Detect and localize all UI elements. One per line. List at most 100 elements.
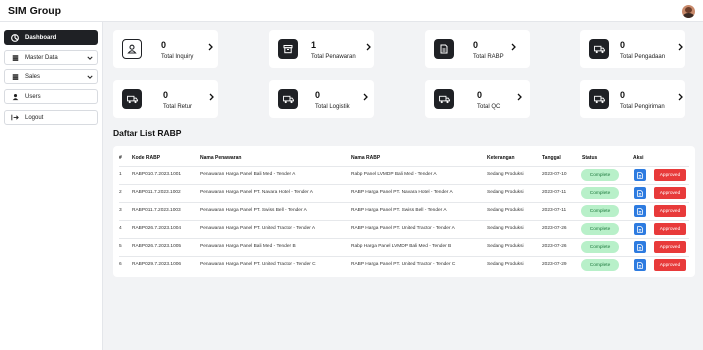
approved-button[interactable]: Approved [654,223,686,235]
table-row: 2 RABP011.7.2023.1002 Penawaran Harga Pa… [113,184,695,202]
cell-no: 3 [119,208,122,213]
section-title: Daftar List RABP [113,128,182,138]
cell-kode: RABP011.7.2023.1002 [132,190,181,195]
cell-tanggal: 2023-07-11 [542,208,567,213]
document-icon[interactable] [634,259,646,271]
cell-kode: RABP029.7.2023.1006 [132,262,182,267]
stat-label: Total RABP [473,54,504,60]
app-title: SIM Group [8,5,62,17]
sidebar-item-label: Master Data [25,54,58,61]
cell-rabp: RABP Harga Panel PT. United Tractor - Te… [351,226,455,231]
truck-icon [589,89,609,109]
table-header: Nama Penawaran [200,155,242,161]
approved-button[interactable]: Approved [654,205,686,217]
table-header: Aksi [633,155,644,161]
document-icon [434,39,454,59]
cell-no: 1 [119,172,122,177]
stat-label: Total Inquiry [161,54,194,60]
cell-keterangan: Sedang Produksi [487,208,524,213]
stat-card-logistik[interactable]: 0 Total Logistik [269,80,374,118]
stat-card-pengadaan[interactable]: 0 Total Pengadaan [580,30,685,68]
cell-rabp: Rabp Panel LVMDP Bali Med - Tender A [351,172,437,177]
stat-label: Total Penawaran [311,54,356,60]
status-badge: Complete [581,223,619,235]
sidebar-item-sales[interactable]: Sales [4,69,98,84]
sidebar-item-label: Users [25,93,41,100]
cell-keterangan: Sedang Produksi [487,190,524,195]
cell-rabp: RABP Harga Panel PT. Navara Hotel - Tend… [351,190,453,195]
cell-penawaran: Penawaran Harga Panel PT. Swiss Bell - T… [200,208,307,213]
chevron-right-icon [678,43,683,53]
document-icon[interactable] [634,205,646,217]
stat-value: 0 [163,90,169,100]
dashboard-icon [5,33,25,42]
cell-keterangan: Sedang Produksi [487,262,524,267]
status-badge: Complete [581,187,619,199]
stat-card-inquiry[interactable]: 0 Total Inquiry [113,30,218,68]
approved-button[interactable]: Approved [654,169,686,181]
table-header: Kode RABP [132,155,161,161]
cell-penawaran: Penawaran Harga Panel PT. Navara Hotel -… [200,190,313,195]
stat-label: Total Pengadaan [620,54,666,60]
stat-label: Total Retur [163,104,193,110]
database-icon [5,73,25,81]
stat-value: 1 [311,40,317,50]
cell-tanggal: 2023-07-26 [542,244,567,249]
cell-penawaran: Penawaran Harga Panel PT. United Tractor… [200,226,316,231]
table-header: Tanggal [542,155,561,161]
document-icon[interactable] [634,169,646,181]
cell-no: 6 [119,262,122,267]
cell-no: 2 [119,190,122,195]
cell-kode: RABP026.7.2023.1005 [132,244,182,249]
stat-value: 0 [315,90,321,100]
top-bar: SIM Group [0,0,703,22]
user-avatar[interactable] [682,5,695,18]
stat-value: 0 [620,90,626,100]
cell-keterangan: Sedang Produksi [487,226,524,231]
sidebar-item-master-data[interactable]: Master Data [4,50,98,65]
status-badge: Complete [581,259,619,271]
cell-no: 4 [119,226,122,231]
table-row: 4 RABP026.7.2023.1004 Penawaran Harga Pa… [113,220,695,238]
document-icon[interactable] [634,223,646,235]
truck-icon [589,39,609,59]
document-icon[interactable] [634,241,646,253]
stat-card-retur[interactable]: 0 Total Retur [113,80,218,118]
chevron-right-icon [209,93,214,103]
sidebar: Dashboard Master Data Sales Users Logout [0,22,103,350]
chevron-right-icon [678,93,683,103]
database-icon [5,54,25,62]
table-row: 1 RABP010.7.2023.1001 Penawaran Harga Pa… [113,166,695,184]
chevron-right-icon [517,93,522,103]
cell-tanggal: 2023-07-11 [542,190,567,195]
document-icon[interactable] [634,187,646,199]
truck-icon [434,89,454,109]
approved-button[interactable]: Approved [654,241,686,253]
table-header: Status [582,155,598,161]
sidebar-item-dashboard[interactable]: Dashboard [4,30,98,45]
stat-value: 0 [477,90,483,100]
sidebar-item-users[interactable]: Users [4,89,98,104]
cell-penawaran: Penawaran Harga Panel Bali Med - Tender … [200,172,296,177]
chevron-down-icon [83,56,97,60]
user-icon [5,93,25,101]
stat-card-penawaran[interactable]: 1 Total Penawaran [269,30,374,68]
archive-icon [278,39,298,59]
approved-button[interactable]: Approved [654,187,686,199]
chevron-right-icon [363,93,368,103]
truck-icon [278,89,298,109]
stat-label: Total Pengiriman [620,104,665,110]
stat-card-rabp[interactable]: 0 Total RABP [425,30,530,68]
stat-card-qc[interactable]: 0 Total QC [425,80,530,118]
status-badge: Complete [581,205,619,217]
cell-tanggal: 2023-07-26 [542,226,567,231]
sidebar-item-logout[interactable]: Logout [4,110,98,125]
cell-rabp: RABP Harga Panel PT. Swiss Bell - Tender… [351,208,447,213]
table-header: Keterangan [487,155,515,161]
table-header: # [119,155,122,161]
approved-button[interactable]: Approved [654,259,686,271]
cell-penawaran: Penawaran Harga Panel Bali Med - Tender … [200,244,296,249]
stat-card-pengiriman[interactable]: 0 Total Pengiriman [580,80,685,118]
table-row: 3 RABP011.7.2023.1003 Penawaran Harga Pa… [113,202,695,220]
status-badge: Complete [581,241,619,253]
